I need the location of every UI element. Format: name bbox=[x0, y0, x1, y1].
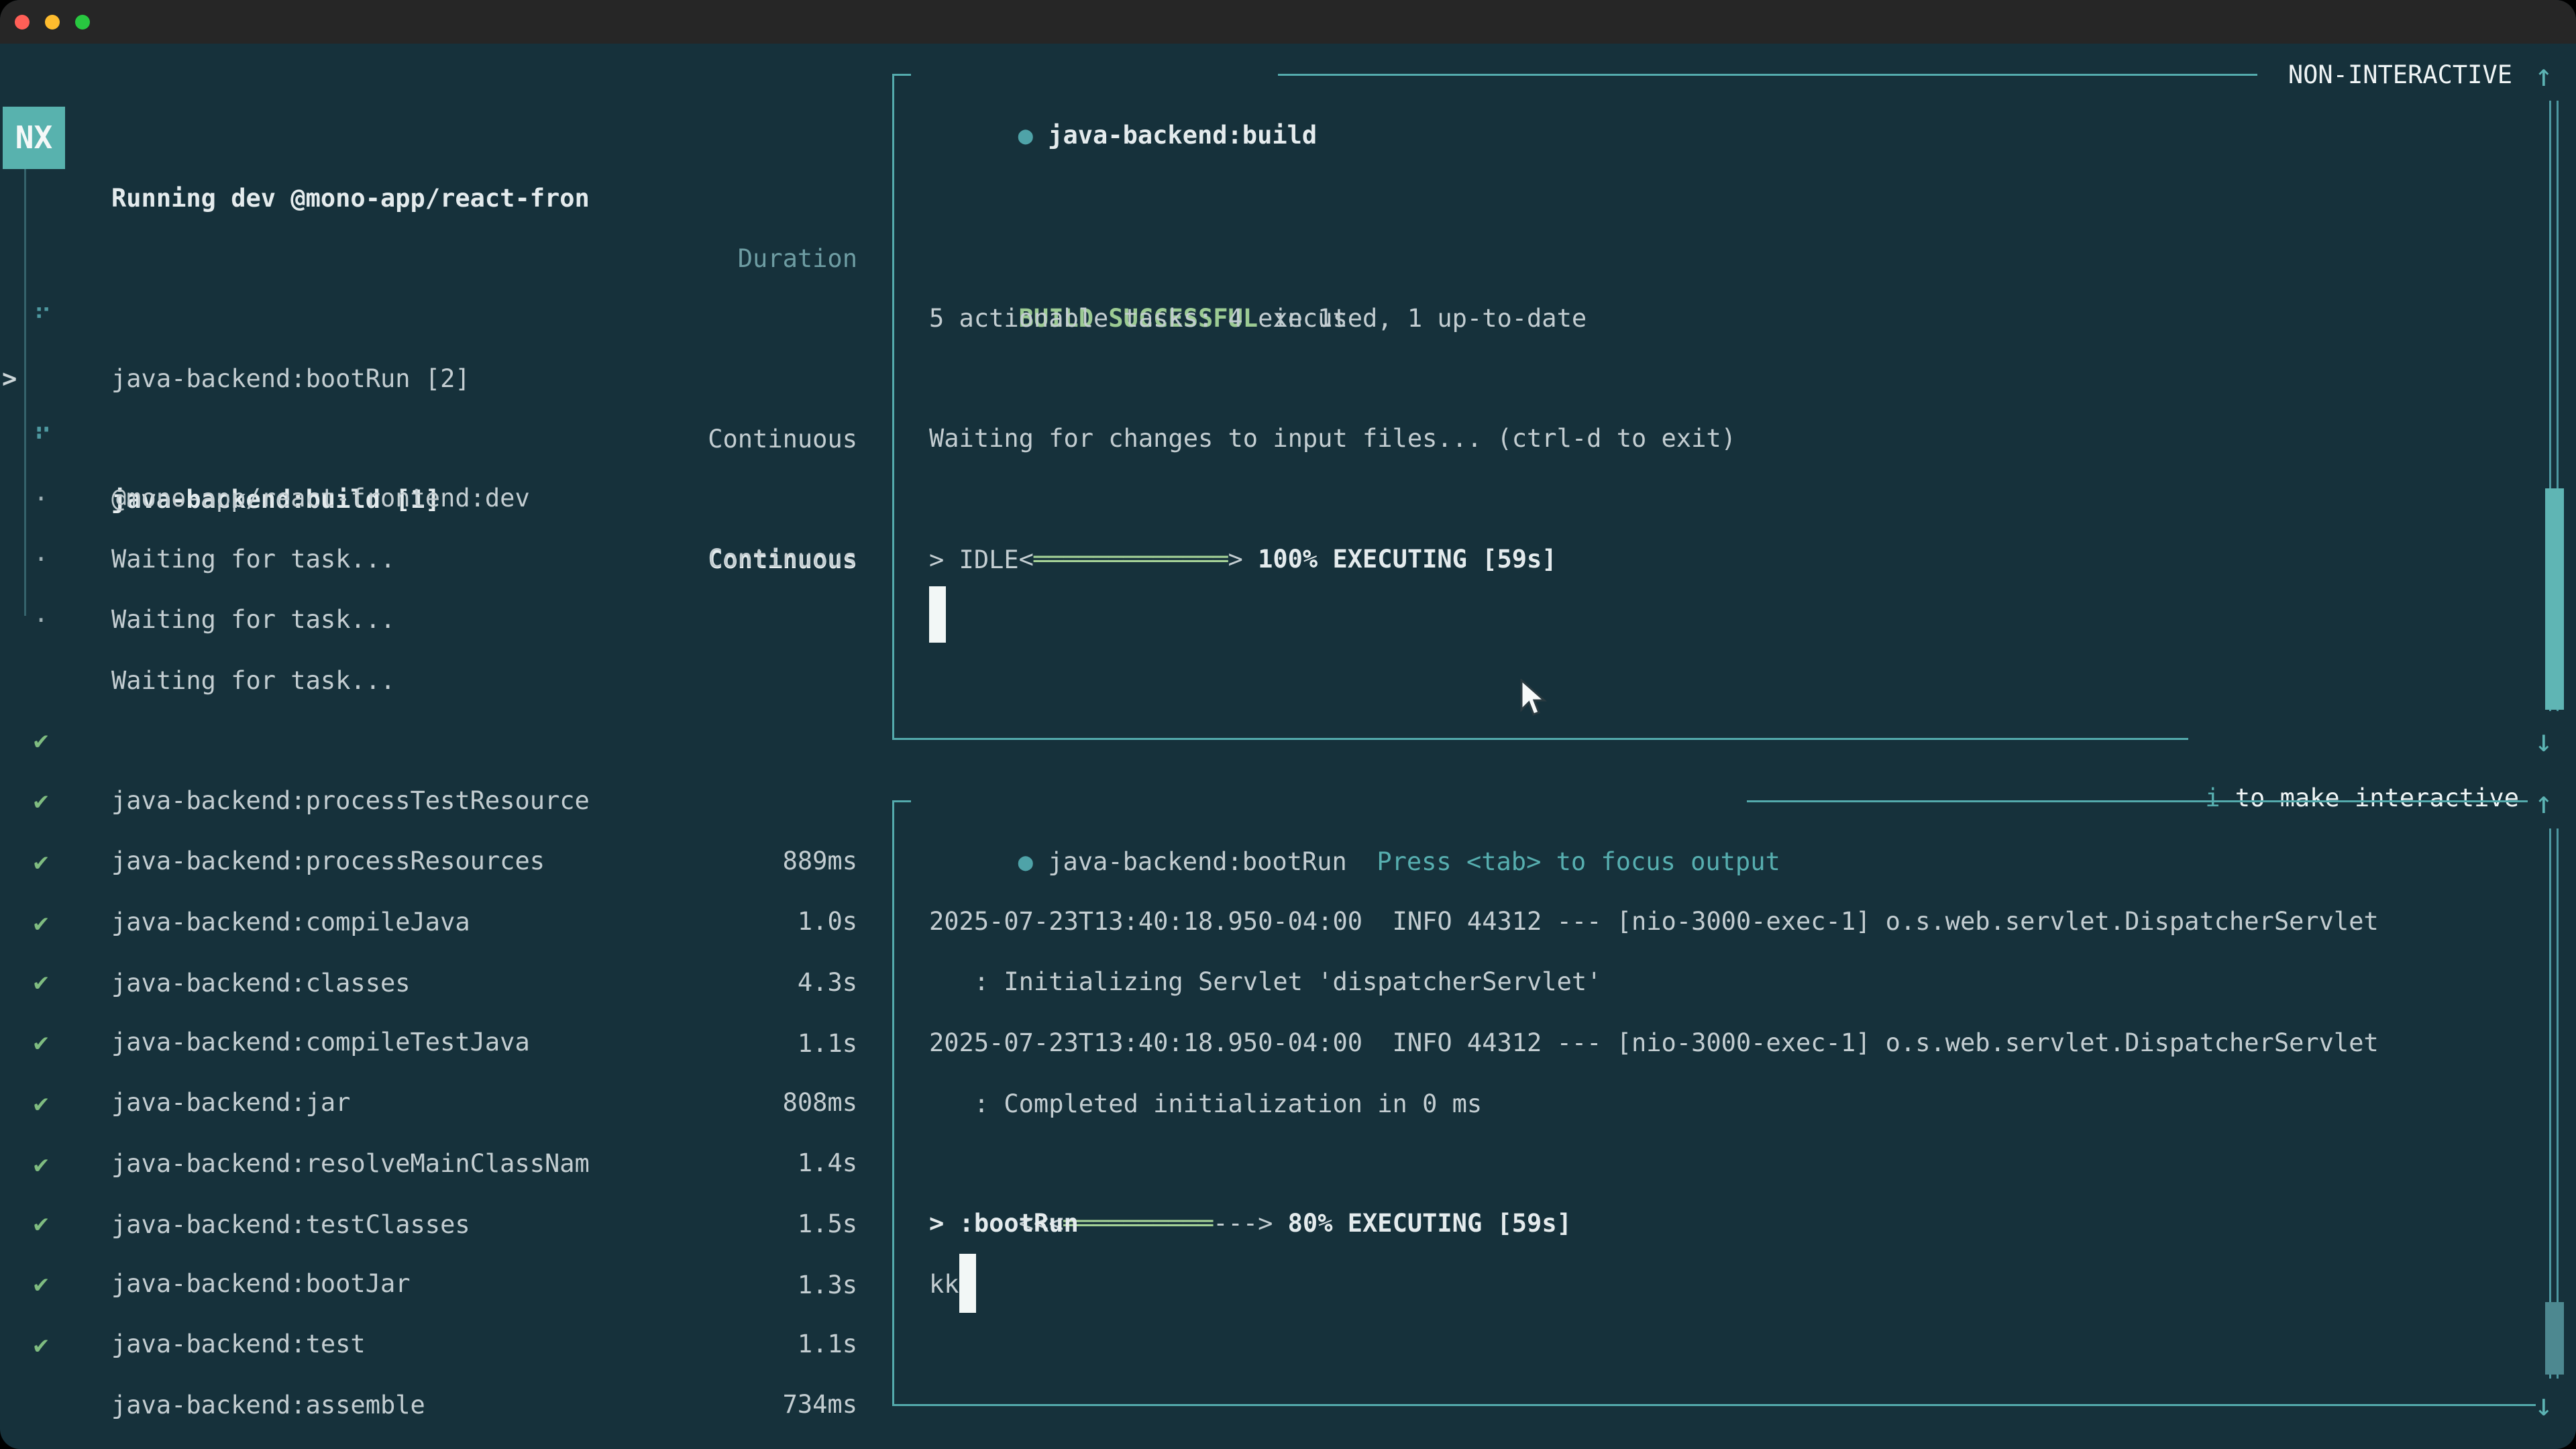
pending-dot-icon: · bbox=[34, 590, 48, 651]
build-scrollbar-thumb[interactable] bbox=[2545, 488, 2564, 710]
task-row-waiting: · Waiting for task... bbox=[0, 469, 892, 529]
task-row-done[interactable]: ✔ java-backend:resolveMainClassNam 1.5s bbox=[0, 1013, 892, 1073]
build-terminal-cursor bbox=[929, 586, 946, 643]
bootrun-pane-header[interactable]: ● java-backend:bootRun Press <tab> to fo… bbox=[928, 771, 1780, 832]
task-row-done[interactable]: ✔ java-backend:test 734ms bbox=[0, 1193, 892, 1254]
terminal-window: NX Running dev @mono-app/react-fron Dura… bbox=[0, 0, 2576, 1449]
page-title: Running dev @mono-app/react-fron bbox=[111, 168, 590, 229]
keyboard-hints: quit: q help: ? bbox=[525, 1375, 854, 1435]
screenshot-root: NX Running dev @mono-app/react-fron Dura… bbox=[0, 0, 2576, 1449]
zoom-button[interactable] bbox=[75, 15, 90, 30]
log-line: : Completed initialization in 0 ms bbox=[929, 1074, 1482, 1134]
bootrun-terminal-cursor bbox=[959, 1254, 976, 1313]
progress-bar-fill: ══════════ bbox=[1063, 1209, 1213, 1238]
interactive-hint: i to make interactive bbox=[2116, 708, 2519, 768]
waiting-for-changes-line: Waiting for changes to input files... (c… bbox=[929, 409, 1736, 469]
gradle-prompt-line: > :bootRun bbox=[929, 1193, 1079, 1254]
titlebar bbox=[0, 0, 2576, 44]
focus-output-hint: Press <tab> to focus output bbox=[1377, 847, 1780, 876]
build-pane-border bbox=[892, 738, 2188, 740]
noninteractive-badge: NON-INTERACTIVE bbox=[2288, 45, 2512, 105]
task-bullet-icon: ● bbox=[1018, 121, 1033, 150]
log-line: : Initializing Servlet 'dispatcherServle… bbox=[929, 952, 1601, 1012]
build-pane-header[interactable]: ● java-backend:build bbox=[928, 45, 1317, 105]
task-row-done[interactable]: ✔ java-backend:jar 1.4s bbox=[0, 952, 892, 1012]
sidebar-header-row: Running dev @mono-app/react-fron Duratio… bbox=[0, 108, 892, 168]
pager: ← 1/2 → bbox=[32, 1375, 227, 1435]
task-row-waiting: · Waiting for task... bbox=[0, 530, 892, 590]
scroll-up-arrow-icon[interactable]: ↑ bbox=[2534, 45, 2553, 105]
scroll-down-arrow-icon[interactable]: ↓ bbox=[2534, 1375, 2553, 1435]
build-pane-border bbox=[892, 74, 911, 76]
idle-line: > IDLE bbox=[929, 530, 1019, 590]
task-row-waiting: · Waiting for task... bbox=[0, 409, 892, 469]
scroll-down-arrow-icon[interactable]: ↓ bbox=[2534, 710, 2553, 771]
progress-open-chevron: < bbox=[1019, 545, 1034, 574]
task-row-running[interactable]: ⠋ @mono-app/react-frontend:dev Continuou… bbox=[0, 347, 892, 408]
task-row-done[interactable]: ✔ java-backend:processResources 1.0s bbox=[0, 710, 892, 771]
bootrun-pane-border bbox=[892, 1404, 2536, 1406]
task-bullet-icon: ● bbox=[1018, 847, 1033, 876]
task-row-done[interactable]: ✔ java-backend:assemble 774ms bbox=[0, 1254, 892, 1315]
bootrun-pane-border bbox=[1747, 800, 2528, 802]
minimize-button[interactable] bbox=[45, 15, 60, 30]
bootrun-pane-title: java-backend:bootRun bbox=[1048, 847, 1347, 876]
scroll-up-arrow-icon[interactable]: ↑ bbox=[2534, 772, 2553, 833]
tasks-summary-line: 5 actionable tasks: 4 executed, 1 up-to-… bbox=[929, 288, 1587, 349]
interactive-hint-text: to make interactive bbox=[2220, 784, 2519, 812]
task-row-done[interactable]: ✔ java-backend:testClasses 1.3s bbox=[0, 1074, 892, 1134]
task-row-done[interactable]: ✔ java-backend:bootJar 1.1s bbox=[0, 1133, 892, 1193]
log-line: 2025-07-23T13:40:18.950-04:00 INFO 44312… bbox=[929, 1013, 2379, 1073]
log-line: 2025-07-23T13:40:18.950-04:00 INFO 44312… bbox=[929, 892, 2379, 952]
task-duration: 1.1s bbox=[798, 1314, 857, 1375]
progress-bar-remainder: ---> bbox=[1213, 1209, 1287, 1238]
typed-input[interactable]: kk bbox=[929, 1254, 959, 1315]
task-row-done[interactable]: ✔ java-backend:processTestResource 889ms bbox=[0, 650, 892, 710]
mouse-cursor bbox=[1517, 679, 1547, 725]
check-icon: ✔ bbox=[34, 1315, 48, 1375]
task-row-done[interactable]: ✔ java-backend:classes 1.1s bbox=[0, 833, 892, 893]
task-row-done[interactable]: ✔ java-backend:compileJava 4.3s bbox=[0, 771, 892, 832]
task-name: java-backend:test bbox=[111, 1314, 366, 1375]
progress-bar-fill: ═════════════ bbox=[1034, 545, 1228, 574]
progress-close-chevron: > bbox=[1228, 545, 1258, 574]
interactive-hint-key: i bbox=[2205, 784, 2220, 812]
bootrun-progress-bar: <<<══════════---> 80% EXECUTING [59s] bbox=[929, 1133, 1572, 1193]
progress-label: 100% EXECUTING [59s] bbox=[1258, 545, 1557, 574]
waiting-label: Waiting for task... bbox=[111, 590, 395, 650]
close-button[interactable] bbox=[15, 15, 30, 30]
bootrun-scrollbar-track[interactable] bbox=[2549, 828, 2559, 1379]
task-row-done[interactable]: ✔ java-backend:compileTestJava 808ms bbox=[0, 892, 892, 952]
build-pane-title: java-backend:build bbox=[1048, 121, 1317, 150]
build-pane-border bbox=[1278, 74, 2257, 76]
task-row-running[interactable]: ⠋ java-backend:bootRun [2] Continuous bbox=[0, 228, 892, 288]
task-row-running-selected[interactable]: > ⠋ java-backend:build [1] Continuous bbox=[0, 288, 892, 349]
build-success-line: BUILD SUCCESSFUL in 1s bbox=[929, 228, 1348, 288]
build-progress-bar: <═════════════> 100% EXECUTING [59s] bbox=[929, 469, 1557, 529]
build-pane-border bbox=[892, 74, 894, 739]
progress-label: 80% EXECUTING [59s] bbox=[1288, 1209, 1572, 1238]
bootrun-pane-border bbox=[892, 800, 894, 1405]
bootrun-scrollbar-thumb[interactable] bbox=[2545, 1302, 2564, 1375]
bootrun-pane-border bbox=[892, 800, 911, 802]
